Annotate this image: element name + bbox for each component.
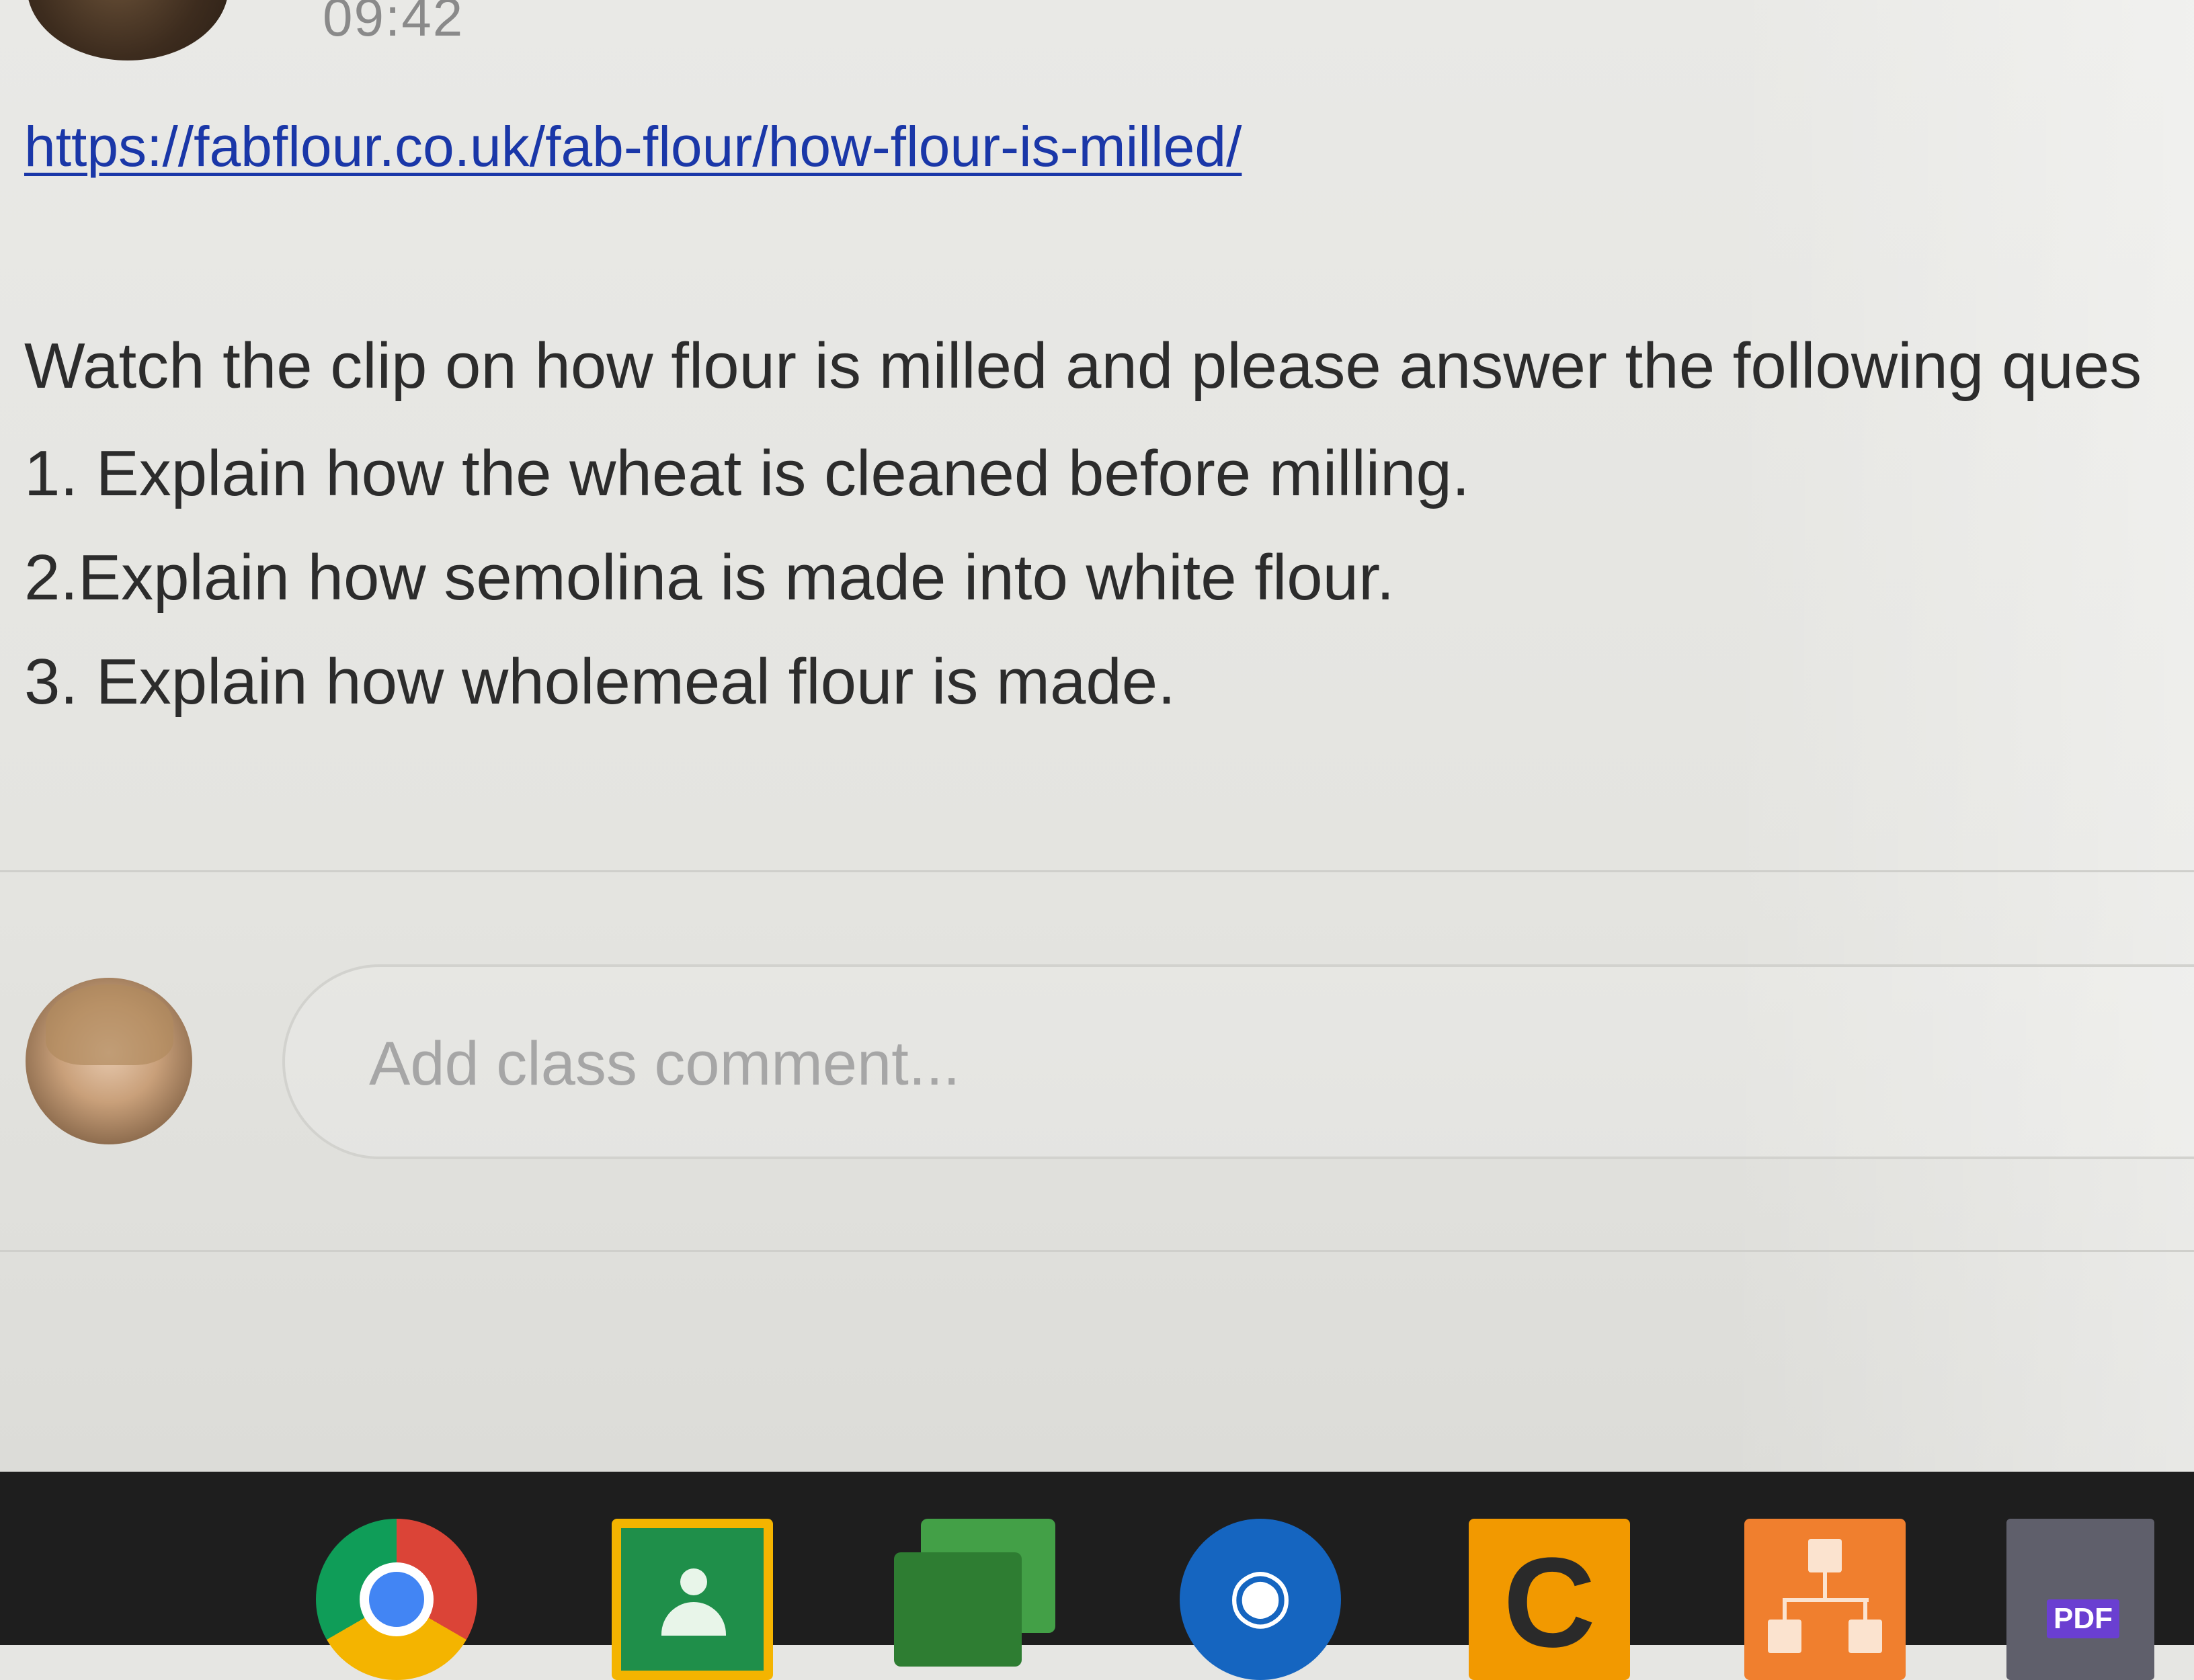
classroom-icon[interactable] <box>612 1519 773 1680</box>
post-divider <box>0 870 2194 872</box>
c-glyph: C <box>1503 1531 1596 1674</box>
resource-link[interactable]: https://fabflour.co.uk/fab-flour/how-flo… <box>24 114 1242 179</box>
avatar-hair <box>46 984 173 1065</box>
diagram-icon[interactable] <box>1744 1519 1906 1680</box>
pdf-icon[interactable]: PDF <box>2006 1519 2154 1680</box>
meet-front-panel <box>894 1552 1022 1667</box>
c-app-icon[interactable]: C <box>1469 1519 1630 1680</box>
post-instruction: Watch the clip on how flour is milled an… <box>24 330 2142 402</box>
comment-placeholder: Add class comment... <box>369 1030 961 1098</box>
question-3: 3. Explain how wholemeal flour is made. <box>24 646 1176 718</box>
comment-divider <box>0 1250 2194 1252</box>
diagram-line <box>1783 1598 1787 1620</box>
eye-icon[interactable]: ◉ <box>1180 1519 1341 1680</box>
question-2: 2.Explain how semolina is made into whit… <box>24 542 1395 614</box>
chrome-center <box>360 1562 434 1636</box>
classroom-person <box>680 1568 707 1595</box>
screen-glare <box>1723 0 2194 1478</box>
diagram-node <box>1848 1620 1882 1653</box>
diagram-node <box>1808 1539 1842 1572</box>
class-comment-input[interactable]: Add class comment... <box>282 964 2194 1159</box>
classroom-post-view: 09:42 https://fabflour.co.uk/fab-flour/h… <box>0 0 2194 1478</box>
diagram-node <box>1768 1620 1801 1653</box>
classroom-shoulders <box>661 1602 726 1636</box>
taskbar: ◉ C PDF <box>0 1472 2194 1680</box>
meet-icon[interactable] <box>894 1519 1055 1680</box>
eye-glyph: ◉ <box>1228 1553 1293 1636</box>
user-avatar <box>26 978 192 1144</box>
post-timestamp: 09:42 <box>323 0 464 47</box>
pdf-label: PDF <box>2047 1599 2119 1638</box>
question-1: 1. Explain how the wheat is cleaned befo… <box>24 437 1470 509</box>
author-avatar <box>27 0 229 60</box>
diagram-line <box>1785 1598 1869 1602</box>
diagram-line <box>1823 1572 1827 1599</box>
chrome-icon[interactable] <box>316 1519 477 1680</box>
diagram-line <box>1863 1598 1867 1620</box>
